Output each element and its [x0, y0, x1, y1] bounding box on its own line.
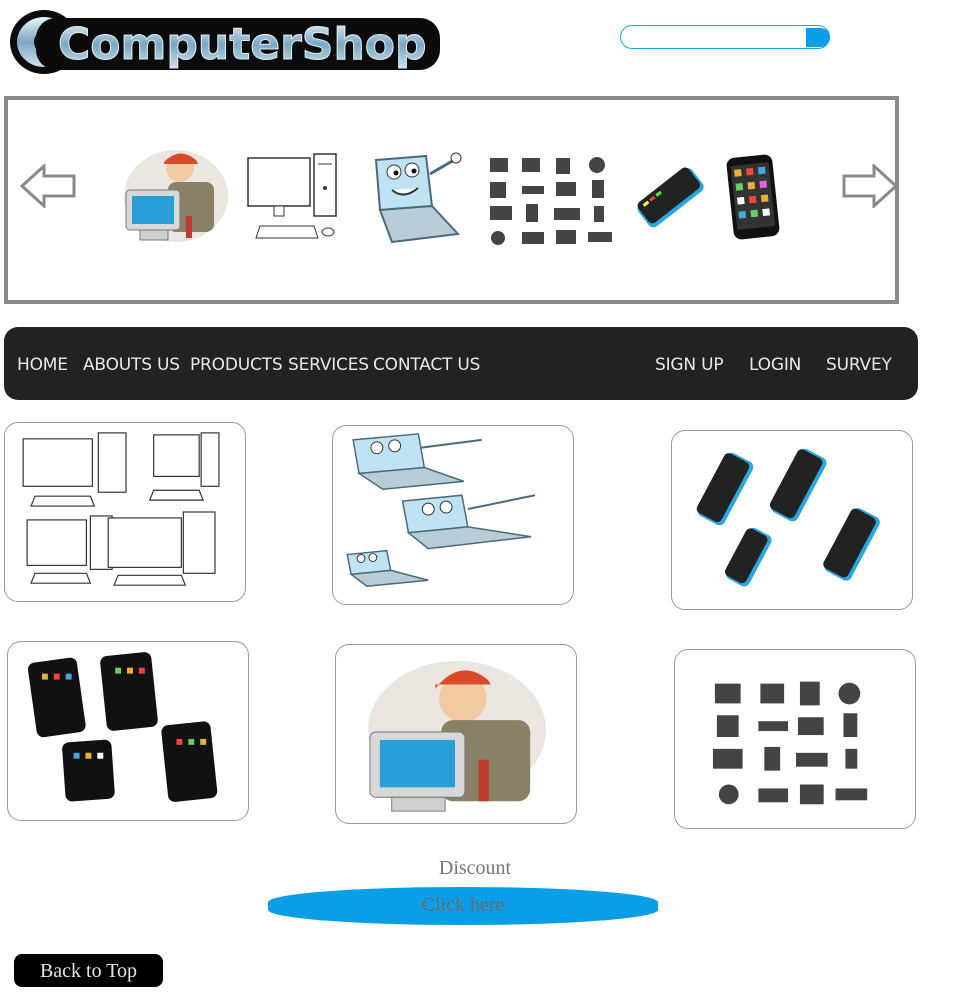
product-carousel [4, 96, 899, 304]
laptop-mascots-image [346, 433, 536, 587]
component-icons-image [712, 681, 868, 805]
nav-sign-up[interactable]: SIGN UP [655, 355, 724, 375]
nav-about-us[interactable]: ABOUTS US [83, 355, 180, 375]
carousel-tablet-image[interactable] [724, 152, 782, 242]
discount-click-button[interactable]: Click here [268, 887, 658, 925]
nav-home[interactable]: HOME [17, 355, 68, 375]
carousel-technician-image[interactable] [120, 146, 232, 246]
nav-login[interactable]: LOGIN [749, 355, 801, 375]
discount-label: Discount [438, 857, 512, 879]
product-card-phones[interactable] [671, 430, 913, 610]
product-card-tablets[interactable] [7, 641, 249, 821]
carousel-phone-image[interactable] [632, 166, 708, 228]
carousel-laptop-image[interactable] [362, 152, 466, 246]
phones-image [696, 448, 880, 587]
carousel-desktop-image[interactable] [244, 152, 344, 248]
technician-image [367, 660, 546, 812]
arrow-right-icon[interactable] [842, 164, 898, 208]
search-button[interactable] [806, 28, 830, 47]
logo-text: ComputerShop [58, 19, 427, 70]
carousel-components-image[interactable] [484, 154, 620, 246]
nav-services[interactable]: SERVICES [288, 355, 369, 375]
arrow-left-icon[interactable] [20, 164, 76, 208]
product-card-components[interactable] [674, 649, 916, 829]
search-input[interactable] [620, 25, 830, 49]
desktop-computers-image [22, 432, 220, 586]
product-card-technician[interactable] [335, 644, 577, 824]
computershop-logo[interactable]: ComputerShop [6, 4, 442, 76]
product-card-laptops[interactable] [332, 425, 574, 605]
nav-survey[interactable]: SURVEY [826, 355, 892, 375]
nav-products[interactable]: PRODUCTS [190, 355, 283, 375]
nav-contact-us[interactable]: CONTACT US [373, 355, 480, 375]
product-card-desktops[interactable] [4, 422, 246, 602]
main-navbar: HOME ABOUTS US PRODUCTS SERVICES CONTACT… [4, 327, 918, 400]
back-to-top-button[interactable]: Back to Top [14, 954, 163, 987]
tablets-image [27, 652, 218, 802]
